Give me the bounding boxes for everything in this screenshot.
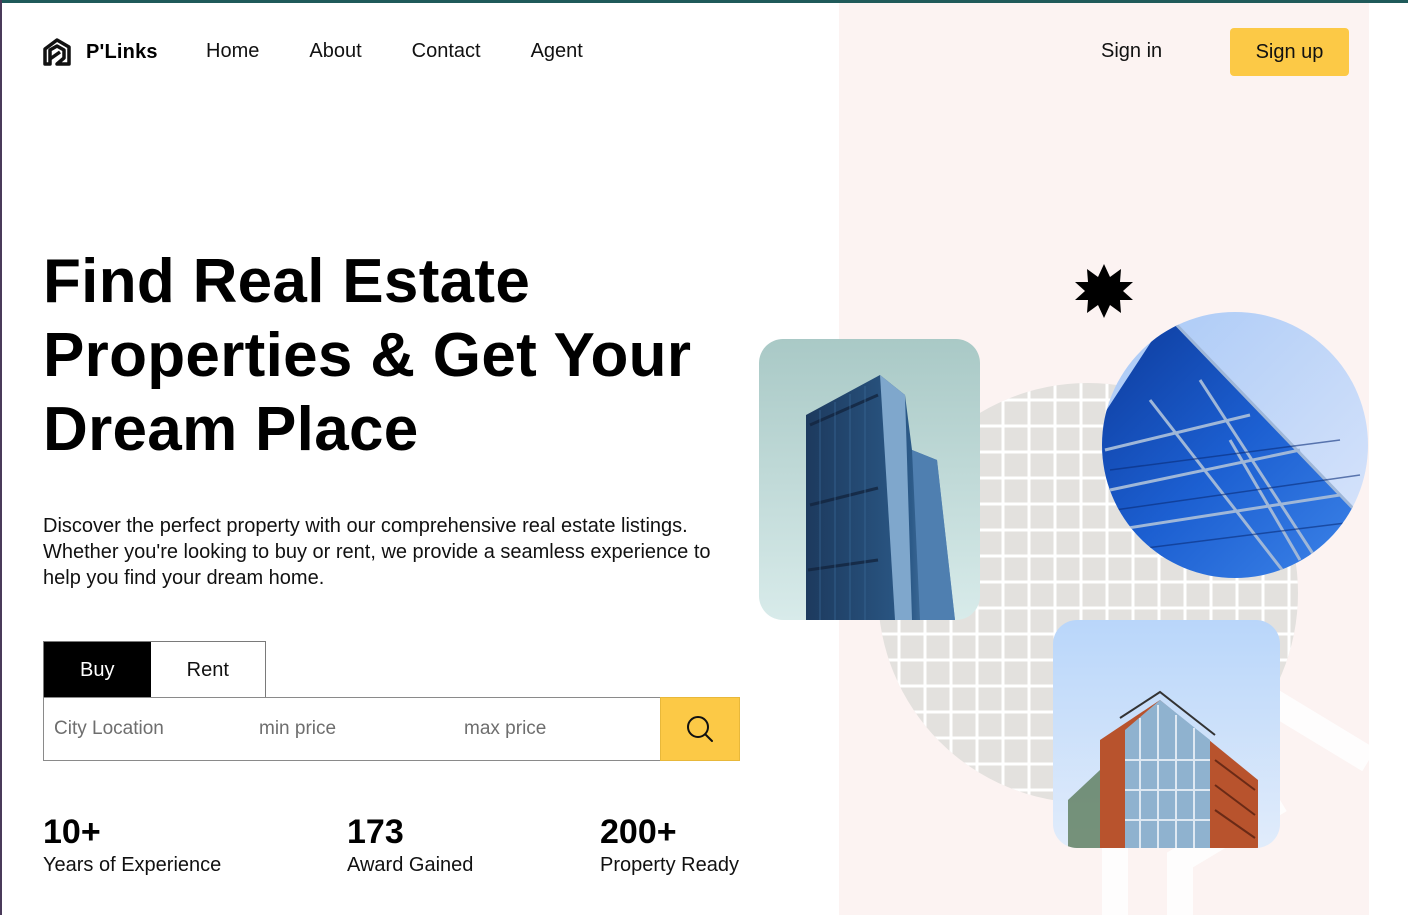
hero-title-line-3: Dream Place xyxy=(43,395,419,464)
search-icon xyxy=(687,716,713,742)
stat-properties: 200+ Property Ready xyxy=(600,812,739,877)
hero-title-line-1: Find Real Estate xyxy=(43,247,531,316)
stat-label: Years of Experience xyxy=(43,854,222,876)
hero-image-background xyxy=(839,3,1369,915)
nav-about[interactable]: About xyxy=(309,40,361,63)
brand-logo[interactable]: P'Links xyxy=(42,37,158,67)
page-edge xyxy=(1369,3,1408,915)
sign-up-button[interactable]: Sign up xyxy=(1230,28,1349,76)
nav-contact[interactable]: Contact xyxy=(412,40,481,63)
sign-in-link[interactable]: Sign in xyxy=(1101,40,1162,63)
listing-type-tabs: Buy Rent xyxy=(43,641,266,698)
hero-description: Discover the perfect property with our c… xyxy=(43,515,711,589)
tab-rent[interactable]: Rent xyxy=(151,642,265,698)
brand-name: P'Links xyxy=(86,40,158,63)
stat-label: Property Ready xyxy=(600,854,739,876)
city-location-input[interactable] xyxy=(54,699,244,759)
window-left-border xyxy=(0,0,2,915)
stat-value: 173 xyxy=(347,813,404,851)
tab-buy[interactable]: Buy xyxy=(44,642,151,698)
hero-title: Find Real Estate Properties & Get Your D… xyxy=(43,245,743,467)
hero-title-line-2: Properties & Get Your xyxy=(43,321,692,390)
nav-home[interactable]: Home xyxy=(206,40,259,63)
stat-value: 200+ xyxy=(600,813,677,851)
property-search-bar xyxy=(43,697,740,761)
max-price-input[interactable] xyxy=(464,699,654,759)
search-button[interactable] xyxy=(660,697,740,761)
logo-icon xyxy=(43,38,71,66)
nav-agent[interactable]: Agent xyxy=(531,40,583,63)
main-nav: Home About Contact Agent xyxy=(206,40,583,63)
stat-label: Award Gained xyxy=(347,854,474,876)
stat-experience: 10+ Years of Experience xyxy=(43,812,221,877)
stat-awards: 173 Award Gained xyxy=(347,812,473,877)
stat-value: 10+ xyxy=(43,813,101,851)
min-price-input[interactable] xyxy=(259,699,449,759)
